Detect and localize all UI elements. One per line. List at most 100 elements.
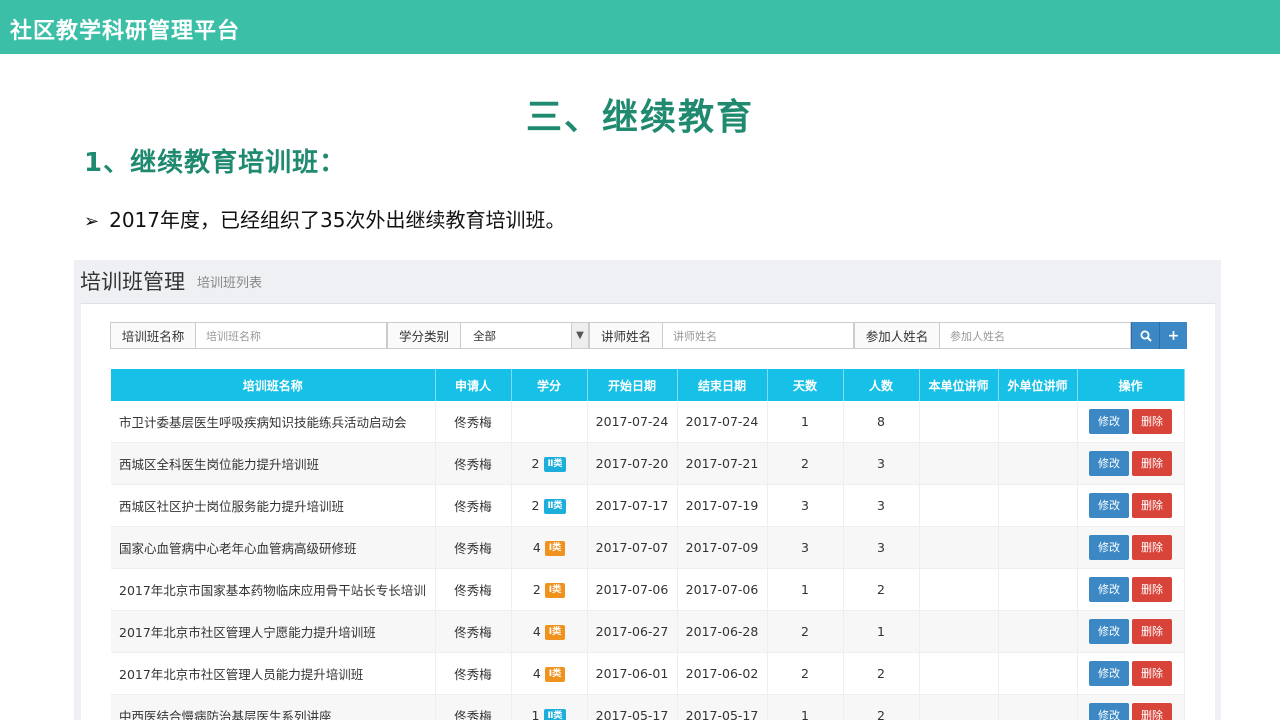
- edit-button[interactable]: 修改: [1089, 493, 1129, 518]
- credit-value: 4: [532, 539, 541, 555]
- credit-value: 4: [532, 623, 541, 639]
- credit-cell: 2 Ⅱ类: [511, 442, 588, 485]
- participant-label: 参加人姓名: [854, 322, 940, 349]
- search-icon[interactable]: [1140, 330, 1152, 342]
- search-button[interactable]: [1131, 322, 1159, 349]
- delete-button[interactable]: 删除: [1132, 493, 1172, 518]
- credit-cell: 4 Ⅰ类: [511, 652, 588, 695]
- days-cell: 3: [767, 484, 844, 527]
- days-cell: 1: [767, 694, 844, 720]
- page-title: 培训班管理: [80, 270, 185, 294]
- col-header[interactable]: 外单位讲师: [998, 369, 1078, 401]
- start-date-cell: 2017-07-17: [587, 484, 678, 527]
- delete-button[interactable]: 删除: [1132, 577, 1172, 602]
- table-row[interactable]: 市卫计委基层医生呼吸疾病知识技能练兵活动启动会 佟秀梅 2017-07-24 2017…: [111, 401, 1185, 443]
- embedded-screenshot: 培训班管理 培训班列表 培训班名称 培训班名称 学分类别 全部 ▼ 讲师姓名 讲…: [74, 260, 1221, 720]
- delete-button[interactable]: 删除: [1132, 409, 1172, 434]
- days-cell: 3: [767, 526, 844, 569]
- edit-button[interactable]: 修改: [1089, 619, 1129, 644]
- col-header[interactable]: 天数: [767, 369, 844, 401]
- col-header[interactable]: 学分: [511, 369, 588, 401]
- applicant-cell: 佟秀梅: [435, 484, 512, 527]
- col-header[interactable]: 结束日期: [677, 369, 768, 401]
- col-header: 操作: [1077, 369, 1185, 401]
- start-date-cell: 2017-07-24: [587, 401, 678, 443]
- delete-button[interactable]: 删除: [1132, 535, 1172, 560]
- subsection-title: 1、继续教育培训班：: [84, 148, 347, 178]
- add-button[interactable]: +: [1159, 322, 1187, 349]
- people-cell: 1: [843, 610, 920, 653]
- edit-button[interactable]: 修改: [1089, 661, 1129, 686]
- people-cell: 3: [843, 442, 920, 485]
- start-date-cell: 2017-07-20: [587, 442, 678, 485]
- applicant-cell: 佟秀梅: [435, 694, 512, 720]
- external-teacher-cell: [998, 610, 1078, 653]
- internal-teacher-cell: [919, 484, 999, 527]
- delete-button[interactable]: 删除: [1132, 661, 1172, 686]
- name-input[interactable]: 培训班名称: [196, 322, 387, 349]
- table-row[interactable]: 2017年北京市社区管理人员能力提升培训班 佟秀梅 4 Ⅰ类 2017-06-01 201…: [111, 652, 1185, 695]
- actions-cell: 修改 删除: [1077, 610, 1185, 653]
- applicant-cell: 佟秀梅: [435, 568, 512, 611]
- start-date-cell: 2017-07-06: [587, 568, 678, 611]
- table-row[interactable]: 国家心血管病中心老年心血管病高级研修班 佟秀梅 4 Ⅰ类 2017-07-07 2017-…: [111, 526, 1185, 569]
- credit-class-badge: Ⅱ类: [543, 456, 567, 472]
- participant-input[interactable]: 参加人姓名: [940, 322, 1131, 349]
- end-date-cell: 2017-06-02: [677, 652, 768, 695]
- delete-button[interactable]: 删除: [1132, 619, 1172, 644]
- plus-icon[interactable]: +: [1168, 328, 1180, 344]
- credit-type-select[interactable]: 全部 ▼: [461, 322, 589, 349]
- platform-title: 社区教学科研管理平台: [10, 19, 241, 44]
- external-teacher-cell: [998, 526, 1078, 569]
- list-panel: 培训班名称 培训班名称 学分类别 全部 ▼ 讲师姓名 讲师姓名 参加人姓名 参加…: [81, 303, 1215, 720]
- class-name-cell: 西城区全科医生岗位能力提升培训班: [111, 442, 436, 485]
- internal-teacher-cell: [919, 442, 999, 485]
- edit-button[interactable]: 修改: [1089, 703, 1129, 720]
- class-name-cell: 国家心血管病中心老年心血管病高级研修班: [111, 526, 436, 569]
- section-title: 三、继续教育: [525, 97, 754, 138]
- start-date-cell: 2017-06-27: [587, 610, 678, 653]
- col-header[interactable]: 本单位讲师: [919, 369, 999, 401]
- chevron-down-icon[interactable]: ▼: [571, 323, 588, 348]
- delete-button[interactable]: 删除: [1132, 703, 1172, 720]
- col-header[interactable]: 人数: [843, 369, 920, 401]
- teacher-input[interactable]: 讲师姓名: [663, 322, 854, 349]
- end-date-cell: 2017-07-19: [677, 484, 768, 527]
- table-row[interactable]: 中西医结合慢病防治基层医生系列讲座 佟秀梅 1 Ⅱ类 2017-05-17 2017-05…: [111, 694, 1185, 720]
- credit-value: 4: [532, 665, 541, 681]
- end-date-cell: 2017-06-28: [677, 610, 768, 653]
- people-cell: 3: [843, 484, 920, 527]
- actions-cell: 修改 删除: [1077, 568, 1185, 611]
- people-cell: 2: [843, 652, 920, 695]
- credit-cell: 4 Ⅰ类: [511, 610, 588, 653]
- actions-cell: 修改 删除: [1077, 694, 1185, 720]
- table-header-row: 培训班名称 申请人 学分 开始日期 结束日期 天数 人数 本单位讲师 外单位讲师…: [111, 369, 1185, 401]
- table-row[interactable]: 西城区社区护士岗位服务能力提升培训班 佟秀梅 2 Ⅱ类 2017-07-17 2017-0…: [111, 484, 1185, 527]
- credit-value: 2: [532, 581, 541, 597]
- external-teacher-cell: [998, 652, 1078, 695]
- applicant-cell: 佟秀梅: [435, 526, 512, 569]
- bullet-point: ➢ 2017年度，已经组织了35次外出继续教育培训班。: [84, 204, 565, 233]
- credit-class-badge: Ⅱ类: [543, 498, 567, 514]
- top-banner: 社区教学科研管理平台: [0, 0, 1280, 54]
- end-date-cell: 2017-07-21: [677, 442, 768, 485]
- class-name-cell: 中西医结合慢病防治基层医生系列讲座: [111, 694, 436, 720]
- people-cell: 2: [843, 694, 920, 720]
- edit-button[interactable]: 修改: [1089, 577, 1129, 602]
- credit-class-badge: Ⅰ类: [544, 624, 566, 640]
- actions-cell: 修改 删除: [1077, 401, 1185, 443]
- table-row[interactable]: 2017年北京市社区管理人宁愿能力提升培训班 佟秀梅 4 Ⅰ类 2017-06-27 20…: [111, 610, 1185, 653]
- delete-button[interactable]: 删除: [1132, 451, 1172, 476]
- table-row[interactable]: 2017年北京市国家基本药物临床应用骨干站长专长培训 佟秀梅 2 Ⅰ类 2017-07-…: [111, 568, 1185, 611]
- edit-button[interactable]: 修改: [1089, 451, 1129, 476]
- start-date-cell: 2017-07-07: [587, 526, 678, 569]
- table-row[interactable]: 西城区全科医生岗位能力提升培训班 佟秀梅 2 Ⅱ类 2017-07-20 2017-07-…: [111, 442, 1185, 485]
- edit-button[interactable]: 修改: [1089, 409, 1129, 434]
- col-header[interactable]: 申请人: [435, 369, 512, 401]
- applicant-cell: 佟秀梅: [435, 442, 512, 485]
- col-header[interactable]: 开始日期: [587, 369, 678, 401]
- credit-value: 2: [531, 497, 540, 513]
- class-name-cell: 2017年北京市社区管理人员能力提升培训班: [111, 652, 436, 695]
- edit-button[interactable]: 修改: [1089, 535, 1129, 560]
- col-header[interactable]: 培训班名称: [111, 369, 436, 401]
